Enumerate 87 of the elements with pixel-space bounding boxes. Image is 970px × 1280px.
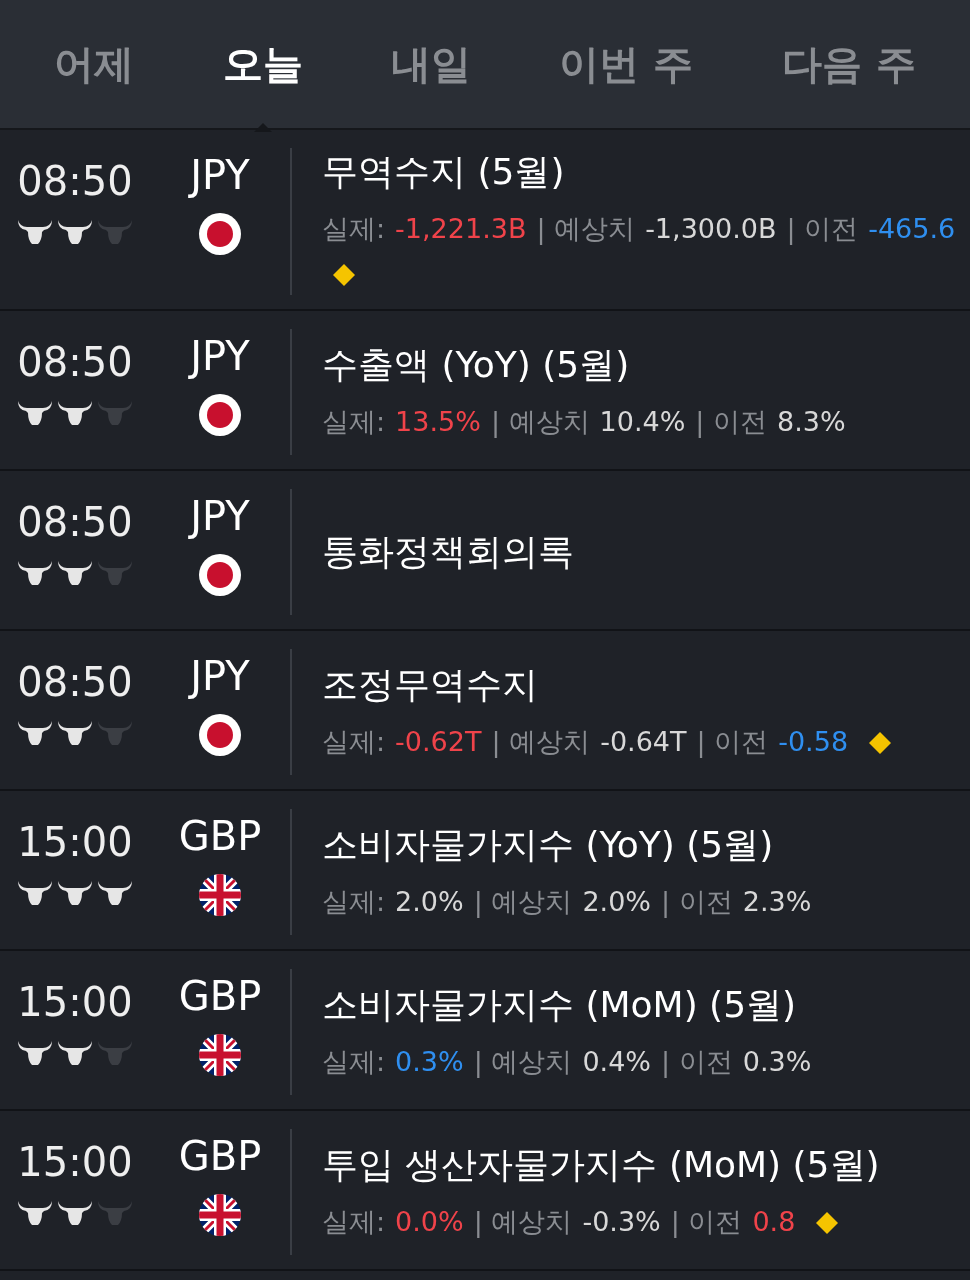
event-time: 08:50 <box>17 339 133 385</box>
event-title: 조정무역수지 <box>322 662 539 707</box>
event-title: 소비자물가지수 (YoY) (5월) <box>322 822 775 867</box>
figure-value: -0.58 <box>778 725 849 757</box>
figure-value: -0.3% <box>582 1205 661 1237</box>
faded-bull-icon <box>97 1199 133 1227</box>
figure-label: | 이전 <box>670 1205 743 1237</box>
event-time: 15:00 <box>17 979 133 1025</box>
currency-code: GBP <box>178 813 262 859</box>
figure-value: 2.3% <box>742 885 812 917</box>
bull-icon <box>97 879 133 907</box>
figure-label: | 이전 <box>786 213 859 244</box>
currency-code: JPY <box>190 333 250 379</box>
flag-icon <box>198 212 242 256</box>
bull-icon <box>57 1039 93 1067</box>
bull-icon <box>17 1199 53 1227</box>
faded-bull-icon <box>97 399 133 427</box>
tab[interactable]: 오늘 <box>204 26 321 102</box>
tab[interactable]: 내일 <box>373 26 490 102</box>
event-title: 수출액 (YoY) (5월) <box>322 342 631 387</box>
bull-icon <box>17 218 53 246</box>
figure-value: -1,300.0B <box>645 213 777 244</box>
event-time: 08:50 <box>17 499 133 545</box>
bull-icon <box>57 399 93 427</box>
figure-label: 실제: <box>322 1205 386 1237</box>
currency-code: GBP <box>178 1133 262 1179</box>
currency-code: GBP <box>178 973 262 1019</box>
figure-label: | 이전 <box>695 405 768 437</box>
flag-icon <box>198 553 242 597</box>
figure-value: 2.0% <box>395 885 464 917</box>
bull-icon <box>57 1199 93 1227</box>
figure-label: | 예상치 <box>491 725 591 757</box>
figure-value: 8.3% <box>777 405 846 437</box>
tab[interactable]: 이번 주 <box>541 26 712 102</box>
figure-value: 10.4% <box>599 405 686 437</box>
bull-icon <box>57 559 93 587</box>
figure-value: 0.3% <box>395 1045 464 1077</box>
figure-label: | 이전 <box>661 885 733 917</box>
bull-icon <box>17 559 53 587</box>
figure-value: -1,221.3B <box>395 213 527 244</box>
bull-icon <box>17 879 53 907</box>
figure-label: 실제: <box>322 405 386 437</box>
faded-bull-icon <box>97 719 133 747</box>
event-title: 통화정책회의록 <box>322 529 575 574</box>
bull-icon <box>57 879 93 907</box>
tab[interactable]: 어제 <box>36 26 153 102</box>
tab[interactable]: 다음 주 <box>763 26 934 102</box>
figure-value: 13.5% <box>395 405 481 437</box>
flag-icon <box>198 713 242 757</box>
figure-value: 2.0% <box>582 885 651 917</box>
figure-label: | 예상치 <box>473 1205 573 1237</box>
event-title: 소비자물가지수 (MoM) (5월) <box>322 982 798 1027</box>
bull-icon <box>17 1039 53 1067</box>
currency-code: JPY <box>190 493 250 539</box>
currency-code: JPY <box>190 653 250 699</box>
bull-icon <box>17 399 53 427</box>
faded-bull-icon <box>97 218 133 246</box>
figure-label: 실제: <box>322 1045 386 1077</box>
event-time: 08:50 <box>17 659 133 705</box>
faded-bull-icon <box>97 559 133 587</box>
figure-value: 0.0% <box>395 1205 464 1237</box>
bull-icon <box>57 218 93 246</box>
figure-label: | 예상치 <box>473 1045 573 1077</box>
figure-label: 실제: <box>322 725 386 757</box>
figure-value: 0.8 <box>752 1205 796 1237</box>
figure-label: | 이전 <box>661 1045 733 1077</box>
event-title: 투입 생산자물가지수 (MoM) (5월) <box>322 1142 881 1187</box>
event-title: 무역수지 (5월) <box>322 150 566 194</box>
figure-value: -0.64T <box>600 725 687 757</box>
figure-value: -0.62T <box>395 725 482 757</box>
bull-icon <box>17 719 53 747</box>
figure-label: 실제: <box>322 885 386 917</box>
figure-label: | 예상치 <box>490 405 590 437</box>
figure-label: 실제: <box>322 213 386 244</box>
figure-value: -465.6 <box>868 213 956 244</box>
event-time: 15:00 <box>17 819 133 865</box>
currency-code: JPY <box>190 152 250 198</box>
figure-label: | 예상치 <box>536 213 636 244</box>
figure-label: | 예상치 <box>473 885 573 917</box>
figure-value: 0.3% <box>742 1045 812 1077</box>
event-time: 08:50 <box>17 158 133 204</box>
faded-bull-icon <box>97 1039 133 1067</box>
bull-icon <box>57 719 93 747</box>
figure-label: | 이전 <box>696 725 769 757</box>
flag-icon <box>198 393 242 437</box>
figure-value: 0.4% <box>582 1045 651 1077</box>
event-time: 15:00 <box>17 1139 133 1185</box>
